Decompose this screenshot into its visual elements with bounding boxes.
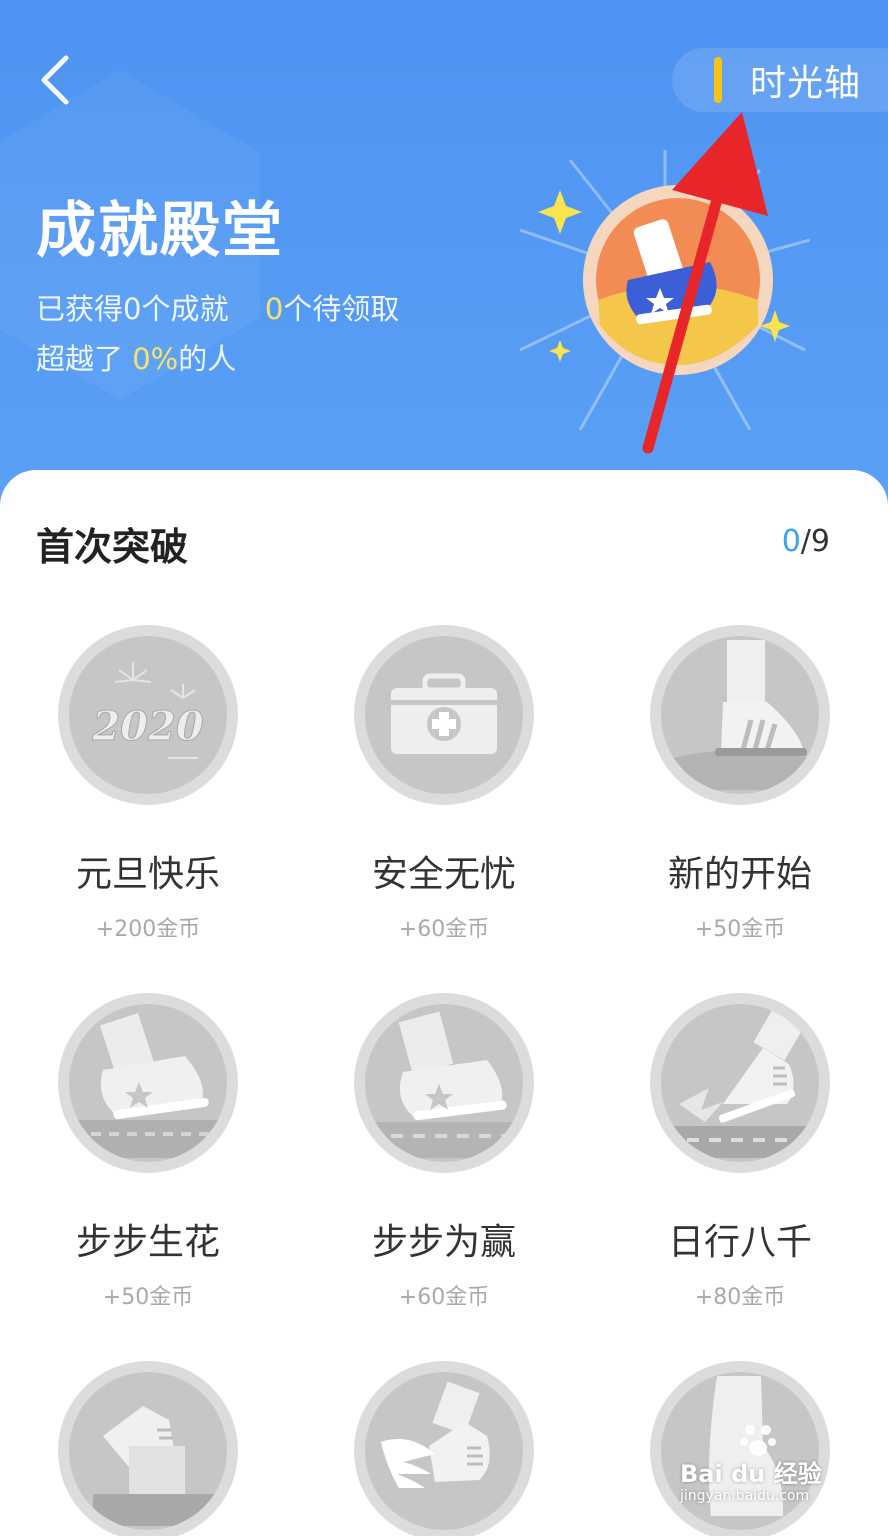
achievement-item[interactable] — [296, 1361, 592, 1536]
sneaker-step-icon — [69, 1004, 227, 1162]
achievement-reward: +200金币 — [95, 917, 201, 942]
sneaker-win-icon — [365, 1004, 523, 1162]
achievement-reward: +50金币 — [102, 1285, 194, 1310]
running-shoe-icon — [661, 1004, 819, 1162]
pending-count-value: 0 — [264, 292, 284, 326]
timeline-indicator — [714, 57, 722, 103]
achievement-item[interactable] — [0, 1361, 296, 1536]
surpass-stats: 超越了 0%的人 — [36, 336, 236, 378]
section-title: 首次突破 — [36, 525, 189, 569]
section-progress: 0/9 — [782, 524, 830, 559]
surpass-suffix: 的人 — [178, 342, 237, 376]
progress-current: 0 — [781, 524, 801, 559]
new-year-2020-icon: 2020 — [69, 636, 227, 794]
achievement-item[interactable]: 步步为赢 +60金币 — [296, 993, 592, 1311]
achievement-item[interactable]: 日行八千 +80金币 — [592, 993, 888, 1311]
achievement-name: 元旦快乐 — [75, 854, 220, 895]
achievement-name: 安全无忧 — [371, 854, 516, 895]
back-button[interactable] — [30, 52, 80, 108]
achievement-name: 日行八千 — [667, 1222, 812, 1263]
medal-frame — [650, 625, 830, 805]
watermark-url: jingyan.baidu.com — [680, 1488, 810, 1504]
baidu-watermark: Bai du 经验 jingyan.baidu.com — [676, 1420, 876, 1520]
medal-frame — [354, 993, 534, 1173]
achievement-reward: +60金币 — [398, 1285, 490, 1310]
page-title: 成就殿堂 — [36, 196, 284, 266]
achievement-item[interactable]: 新的开始 +50金币 — [592, 625, 888, 943]
svg-text:2020: 2020 — [91, 703, 203, 750]
timeline-label: 时光轴 — [750, 63, 862, 104]
surpass-percent: 0% — [132, 342, 179, 376]
achievement-reward: +80金币 — [694, 1285, 786, 1310]
high-shoe-icon — [69, 1372, 227, 1530]
header-banner: 时光轴 成就殿堂 已获得0个成就 0个待领取 超越了 0%的人 — [0, 0, 888, 500]
timeline-button[interactable]: 时光轴 — [672, 48, 888, 112]
first-aid-kit-icon — [365, 636, 523, 794]
achievement-item[interactable]: 安全无忧 +60金币 — [296, 625, 592, 943]
achievement-name: 步步生花 — [75, 1222, 220, 1263]
achievement-reward: +60金币 — [398, 917, 490, 942]
progress-total: /9 — [800, 524, 830, 559]
hero-badge-icon — [520, 150, 810, 430]
slipper-foot-icon — [661, 636, 819, 794]
medal-frame — [354, 1361, 534, 1536]
pending-count-label: 个待领取 — [283, 292, 400, 326]
achievement-item[interactable]: 步步生花 +50金币 — [0, 993, 296, 1311]
achievement-stats: 已获得0个成就 0个待领取 — [36, 286, 399, 328]
watermark-brand: Bai du 经验 — [680, 1460, 822, 1488]
medal-frame — [58, 1361, 238, 1536]
winged-shoe-icon — [365, 1372, 523, 1530]
achievement-card: 首次突破 0/9 2020 元旦快乐 +200金币 安全无忧 +60金币 新的开… — [0, 470, 888, 1536]
surpass-prefix: 超越了 — [36, 342, 124, 376]
earned-count-text: 已获得0个成就 — [36, 292, 229, 326]
achievement-name: 步步为赢 — [371, 1222, 516, 1263]
medal-frame — [58, 993, 238, 1173]
achievement-reward: +50金币 — [694, 917, 786, 942]
medal-frame: 2020 — [58, 625, 238, 805]
chevron-left-icon — [41, 55, 69, 105]
achievement-item[interactable]: 2020 元旦快乐 +200金币 — [0, 625, 296, 943]
medal-frame — [354, 625, 534, 805]
medal-frame — [650, 993, 830, 1173]
achievement-name: 新的开始 — [667, 854, 812, 895]
